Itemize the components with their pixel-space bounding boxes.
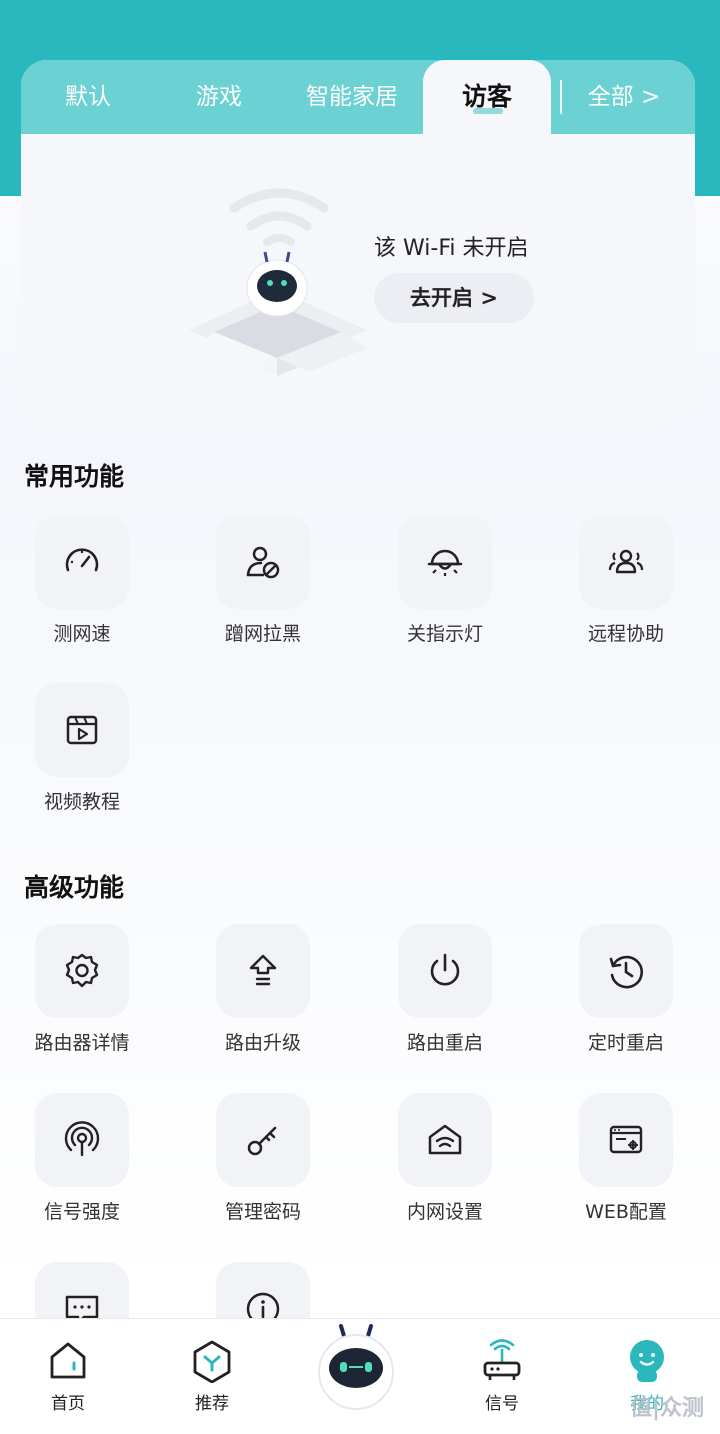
feature-label: 视频教程 (43, 791, 120, 813)
feature-video-tutorial[interactable]: 视频教程 (20, 683, 140, 823)
hexagon-recommend-icon (193, 1340, 231, 1383)
feature-scheduled-restart[interactable]: 定时重启 (564, 924, 684, 1064)
feature-label: 内网设置 (406, 1201, 483, 1223)
robot-box-illustration (189, 188, 367, 376)
feature-router-restart[interactable]: 路由重启 (383, 924, 503, 1064)
tab-all[interactable]: 全部 > (574, 60, 674, 134)
user-block-icon (246, 546, 280, 579)
feature-label: 路由重启 (406, 1032, 483, 1054)
feature-speed-test[interactable]: 测网速 (20, 515, 140, 655)
feature-label: 蹭网拉黑 (224, 623, 301, 645)
tab-divider (560, 80, 562, 114)
router-icon (483, 1339, 521, 1380)
wifi-off-message: 该 Wi-Fi 未开启 (374, 236, 529, 261)
advanced-section-title: 高级功能 (24, 873, 125, 902)
feature-label: 远程协助 (587, 623, 664, 645)
feature-admin-password[interactable]: 管理密码 (201, 1093, 321, 1233)
key-icon (247, 1126, 277, 1156)
feature-remote-assist[interactable]: 远程协助 (564, 515, 684, 655)
antenna-signal-icon (64, 1121, 100, 1157)
nav-signal[interactable]: 信号 (447, 1319, 557, 1434)
users-icon (608, 549, 644, 574)
lamp-icon (427, 549, 463, 576)
speedometer-icon (65, 548, 99, 572)
feature-block-freeloaders[interactable]: 蹭网拉黑 (201, 515, 321, 655)
feature-label: 定时重启 (587, 1032, 664, 1054)
nav-signal-label: 信号 (485, 1394, 519, 1414)
common-section-title: 常用功能 (24, 462, 125, 491)
video-icon (66, 715, 98, 745)
tab-game[interactable]: 游戏 (164, 60, 274, 134)
feature-indicator-light-off[interactable]: 关指示灯 (383, 515, 503, 655)
feature-label: 路由器详情 (34, 1032, 130, 1054)
power-icon (430, 953, 460, 986)
feature-label: 信号强度 (43, 1201, 120, 1223)
browser-settings-icon (609, 1125, 643, 1154)
feature-label: WEB配置 (585, 1201, 667, 1223)
nav-recommend[interactable]: 推荐 (157, 1319, 267, 1434)
home-icon (50, 1342, 86, 1379)
tab-smart-home[interactable]: 智能家居 (291, 60, 413, 134)
gear-icon (65, 953, 99, 988)
profile-face-icon (630, 1340, 664, 1382)
feature-router-details[interactable]: 路由器详情 (20, 924, 140, 1064)
tab-guest-label: 访客 (461, 82, 512, 111)
network-mode-card: 默认 游戏 智能家居 访客 全部 > 该 Wi-Fi 未开启 去开启 > (21, 60, 695, 422)
mode-tab-bar: 默认 游戏 智能家居 访客 全部 > (21, 60, 695, 134)
feature-label: 路由升级 (224, 1032, 301, 1054)
feature-signal-strength[interactable]: 信号强度 (20, 1093, 140, 1233)
feature-label: 关指示灯 (406, 623, 483, 645)
nav-home[interactable]: 首页 (13, 1319, 123, 1434)
tab-guest[interactable]: 访客 (423, 60, 551, 134)
history-clock-icon (609, 955, 644, 989)
nav-home-label: 首页 (51, 1394, 85, 1414)
nav-recommend-label: 推荐 (195, 1394, 229, 1414)
feature-web-config[interactable]: WEB配置 (564, 1093, 684, 1233)
enable-wifi-button[interactable]: 去开启 > (374, 273, 534, 323)
feature-lan-settings[interactable]: 内网设置 (383, 1093, 503, 1233)
watermark: 值|众测 (630, 1396, 705, 1421)
tab-default[interactable]: 默认 (33, 60, 143, 134)
feature-router-upgrade[interactable]: 路由升级 (201, 924, 321, 1064)
feature-label: 测网速 (53, 623, 111, 645)
feature-label: 管理密码 (224, 1201, 301, 1223)
robot-assistant-icon[interactable] (316, 1318, 396, 1418)
upgrade-arrow-icon (249, 954, 277, 986)
active-tab-indicator (473, 108, 503, 114)
home-wifi-icon (428, 1124, 462, 1155)
